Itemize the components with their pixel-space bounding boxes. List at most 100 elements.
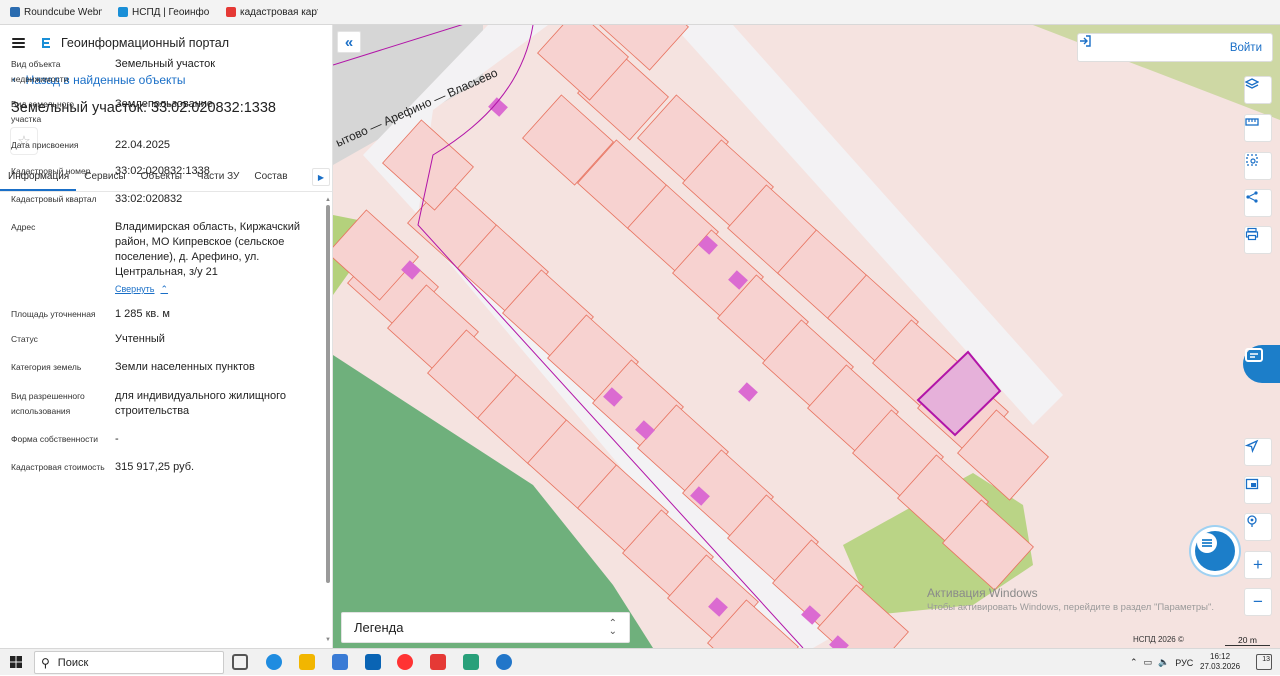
- bookmark-label: НСПД | Геоинфор: [132, 6, 210, 18]
- windows-watermark-title: Активация Windows: [927, 586, 1038, 600]
- property-value: 22.04.2025: [115, 138, 315, 153]
- portal-brand[interactable]: Геоинформационный портал: [39, 36, 229, 50]
- property-value-text: 315 917,25 руб.: [115, 461, 195, 473]
- zoom-in-button[interactable]: +: [1244, 551, 1272, 579]
- overview-icon: [1245, 478, 1259, 490]
- assistant-icon: [1245, 348, 1263, 362]
- app-icon-2[interactable]: [496, 654, 512, 670]
- taskbar-search[interactable]: ⚲ Поиск: [34, 651, 224, 674]
- menu-icon[interactable]: [12, 38, 25, 48]
- property-value: 315 917,25 руб.: [115, 460, 315, 475]
- yandex-browser-icon[interactable]: [397, 654, 413, 670]
- edge-icon[interactable]: [266, 654, 282, 670]
- bookmark-label: Roundcube Webm: [24, 6, 102, 18]
- chat-button[interactable]: [1195, 531, 1235, 571]
- collapse-panel-button[interactable]: «: [337, 31, 361, 53]
- bookmarks-bar: Roundcube Webm НСПД | Геоинфор кадастровая…: [0, 0, 1280, 25]
- property-value-text: 33:02:020832:1338: [115, 165, 210, 177]
- yandex-icon[interactable]: [430, 654, 446, 670]
- chat-side-tab[interactable]: [1243, 345, 1280, 383]
- select-area-button[interactable]: [1244, 152, 1272, 180]
- property-value-text: Земельный участок: [115, 58, 216, 70]
- share-button[interactable]: [1244, 189, 1272, 217]
- network-icon[interactable]: ▭: [1144, 657, 1153, 668]
- print-button[interactable]: [1244, 226, 1272, 254]
- taskbar: ⚲ Поиск ⌃ ▭ 🔈 РУС 16:12 27.03.2026 13: [0, 648, 1280, 675]
- legend-dropdown[interactable]: Легенда ⌃ ⌄: [341, 612, 630, 643]
- notifications-count: 13: [1262, 656, 1270, 663]
- select-area-icon: [1246, 154, 1258, 166]
- scroll-up-icon[interactable]: ▲: [325, 197, 331, 203]
- locate-icon: [1245, 439, 1259, 453]
- property-label: Кадастровая стоимость: [11, 462, 105, 472]
- property-label: Площадь уточненная: [11, 309, 96, 319]
- task-view-icon[interactable]: [232, 654, 248, 670]
- login-button[interactable]: Войти: [1077, 33, 1273, 62]
- property-value: Земли населенных пунктов: [115, 360, 315, 375]
- property-label: Вид объекта недвижимости: [11, 59, 69, 84]
- panel-header: Геоинформационный портал: [0, 25, 332, 61]
- property-value-text: -: [115, 433, 119, 445]
- property-value: Земельный участок: [115, 57, 315, 72]
- notifications-icon[interactable]: 13: [1256, 654, 1272, 670]
- outlook-icon[interactable]: [365, 654, 381, 670]
- bookmark-favicon-icon: [226, 7, 236, 17]
- portal-logo-icon: [42, 38, 50, 48]
- app-icon[interactable]: [463, 654, 479, 670]
- ruler-button[interactable]: [1244, 114, 1272, 142]
- property-value-text: Владимирская область, Киржачский район, …: [115, 221, 301, 278]
- property-value: 1 285 кв. м: [115, 307, 315, 322]
- panel-scrollbar[interactable]: [326, 205, 330, 583]
- layers-icon: [1245, 78, 1259, 89]
- taskbar-search-label: Поиск: [57, 656, 89, 669]
- map-scale: 20 m: [1225, 635, 1270, 646]
- bookmark-favicon-icon: [10, 7, 20, 17]
- property-label: Кадастровый номер: [11, 166, 91, 176]
- chevron-up-icon: ⌃: [160, 284, 169, 294]
- login-icon: [1080, 35, 1091, 47]
- search-icon: ⚲: [41, 655, 50, 670]
- clock[interactable]: 16:12 27.03.2026: [1200, 652, 1240, 672]
- property-value-text: 33:02:020832: [115, 193, 183, 205]
- property-label: Форма собственности: [11, 434, 98, 444]
- property-value-text: Земли населенных пунктов: [115, 361, 255, 373]
- property-label: Категория земель: [11, 362, 82, 372]
- property-value-text: для индивидуального жилищного строительс…: [115, 390, 287, 417]
- bookmark-item[interactable]: НСПД | Геоинфор: [118, 7, 210, 18]
- property-label: Вид земельного участка: [11, 99, 75, 124]
- overview-button[interactable]: [1244, 476, 1272, 504]
- pin-button[interactable]: [1244, 513, 1272, 541]
- zoom-in-icon: +: [1253, 555, 1263, 574]
- side-panel: Геоинформационный портал ‹ Назад в найде…: [0, 25, 333, 648]
- language-indicator[interactable]: РУС: [1175, 658, 1193, 668]
- property-value: 33:02:020832:1338: [115, 164, 315, 179]
- bookmark-item[interactable]: кадастровая карт: [226, 7, 318, 18]
- property-label: Дата присвоения: [11, 140, 79, 150]
- windows-start-icon[interactable]: [10, 656, 22, 668]
- property-value-text: Землепользование: [115, 98, 214, 110]
- zoom-out-button[interactable]: −: [1244, 588, 1272, 616]
- scroll-down-icon[interactable]: ▼: [325, 637, 331, 643]
- collapse-address-link[interactable]: Свернуть ⌃: [115, 282, 315, 297]
- locate-button[interactable]: [1244, 438, 1272, 466]
- map-view[interactable]: ытово — Арефино — Власьево « Войти + − Л…: [333, 25, 1280, 648]
- chevron-up-icon[interactable]: ⌃: [1130, 657, 1138, 668]
- collapse-label: Свернуть: [115, 284, 155, 294]
- clock-time: 16:12: [1210, 652, 1231, 661]
- map-canvas[interactable]: ытово — Арефино — Власьево: [333, 25, 1280, 648]
- property-label: Статус: [11, 334, 38, 344]
- speaker-icon[interactable]: 🔈: [1158, 657, 1169, 668]
- bookmark-item[interactable]: Roundcube Webm: [10, 7, 102, 18]
- layers-button[interactable]: [1244, 76, 1272, 104]
- store-icon[interactable]: [332, 654, 348, 670]
- print-icon: [1245, 227, 1259, 241]
- bookmark-favicon-icon: [118, 7, 128, 17]
- zoom-out-icon: −: [1253, 592, 1263, 611]
- property-value: Учтенный: [115, 332, 315, 347]
- property-value: Землепользование: [115, 97, 315, 112]
- clock-date: 27.03.2026: [1200, 662, 1241, 671]
- share-icon: [1246, 191, 1258, 203]
- explorer-icon[interactable]: [299, 654, 315, 670]
- property-label: Вид разрешенного использования: [11, 391, 85, 416]
- ruler-icon: [1245, 118, 1259, 126]
